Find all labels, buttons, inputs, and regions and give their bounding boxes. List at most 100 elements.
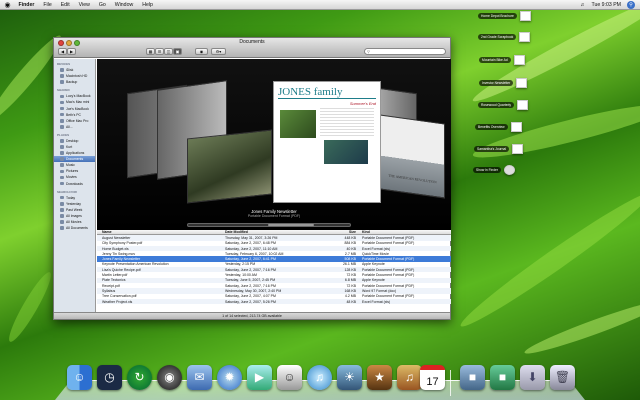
dock-separator bbox=[450, 370, 451, 396]
status-bar: 1 of 14 selected, 213.74 GB available bbox=[54, 312, 450, 319]
document-thumbnail bbox=[519, 11, 531, 21]
downloads-stack-icon[interactable]: ⬇ bbox=[520, 365, 545, 390]
sidebar-item-label: All Documents bbox=[66, 226, 88, 231]
coverflow-selected-item[interactable]: JONES family Summer's End bbox=[273, 81, 381, 203]
smart-folder-icon bbox=[60, 226, 64, 230]
stack-item[interactable]: Mountain Bike Ad bbox=[479, 55, 525, 65]
column-header-size[interactable]: Size bbox=[330, 230, 362, 234]
table-row[interactable]: Tree Conservation.pdf Saturday, June 2, 2… bbox=[97, 294, 451, 299]
garageband-icon[interactable]: ♫ bbox=[397, 365, 422, 390]
date-cell: Saturday, June 2, 2007, 4:07 PM bbox=[225, 294, 276, 299]
sidebar-item-label: Lucy's MacBook bbox=[66, 94, 91, 99]
table-row[interactable]: City Symphony Poster.pdf Saturday, June 2… bbox=[97, 241, 451, 246]
music-icon bbox=[60, 163, 64, 168]
size-cell: 168 KB bbox=[344, 288, 356, 293]
sidebar-places-header: PLACES bbox=[57, 132, 70, 137]
table-row[interactable]: Jones Family Newsletter Saturday, June 2,… bbox=[97, 256, 451, 262]
date-cell: Thursday, May 31, 2007, 3:26 PM bbox=[225, 235, 278, 240]
applications-icon bbox=[60, 151, 64, 155]
search-field[interactable]: ⚲ bbox=[364, 48, 446, 55]
computer-icon bbox=[60, 94, 64, 99]
table-row[interactable]: Weather Project.xls Saturday, June 2, 200… bbox=[97, 298, 451, 305]
sidebar-item-label: All... bbox=[66, 124, 73, 129]
size-cell: 40 KB bbox=[346, 246, 356, 251]
menu-edit[interactable]: Edit bbox=[56, 2, 74, 8]
pictures-icon bbox=[60, 169, 64, 174]
ichat-icon[interactable]: ◉ bbox=[157, 365, 182, 390]
spotlight-icon[interactable]: ⚲ bbox=[627, 0, 635, 9]
menu-clock[interactable]: Tue 9:03 PM bbox=[591, 2, 621, 8]
action-gear-button[interactable]: ⚙▾ bbox=[211, 48, 226, 55]
stack-item[interactable]: Show in Finder bbox=[473, 165, 515, 175]
coverflow-item[interactable]: THE AMERICAN REVOLUTION bbox=[380, 114, 445, 199]
quicklook-button[interactable]: ◉ bbox=[195, 48, 208, 55]
sidebar-item-label: Applications bbox=[66, 151, 85, 156]
table-row[interactable]: Home Budget.xls Saturday, June 2, 2007, 1… bbox=[97, 245, 451, 252]
menu-window[interactable]: Window bbox=[110, 2, 137, 8]
documents-stack-icon[interactable]: ■ bbox=[490, 365, 515, 390]
table-row[interactable]: Syllabus Wednesday, May 30, 2007, 2:40 PM… bbox=[97, 288, 451, 294]
dashboard-icon[interactable]: ◷ bbox=[97, 365, 122, 390]
table-row[interactable]: Lisa's Quiche Recipe.pdf Saturday, June 2… bbox=[97, 267, 451, 273]
iphoto-icon[interactable]: ☀ bbox=[337, 365, 362, 390]
coverflow-scrollbar[interactable] bbox=[187, 223, 351, 227]
menu-app-finder[interactable]: Finder bbox=[14, 2, 39, 8]
back-button[interactable]: ◀ bbox=[58, 48, 67, 55]
menu-view[interactable]: View bbox=[74, 2, 94, 8]
table-row[interactable]: Plate Tectonics Tuesday, June 5, 2007, 2:… bbox=[97, 277, 451, 283]
forward-button[interactable]: ▶ bbox=[67, 48, 76, 55]
view-list-button[interactable]: ☰ bbox=[155, 48, 164, 55]
finder-icon[interactable]: ☺ bbox=[67, 365, 92, 390]
sidebar-item-all-documents[interactable]: All Documents bbox=[54, 225, 95, 231]
sidebar-item-label: All Images bbox=[66, 213, 82, 218]
view-column-button[interactable]: ◫ bbox=[164, 48, 173, 55]
time-machine-icon[interactable]: ↻ bbox=[127, 365, 152, 390]
column-header-name[interactable]: Name bbox=[97, 230, 225, 234]
table-row[interactable]: Receipt.pdf Saturday, June 2, 2007, 7:16 … bbox=[97, 283, 451, 288]
table-row[interactable]: Jenny Tin Swing.mov Tuesday, February 6, … bbox=[97, 251, 451, 256]
kind-cell: Portable Document Format (PDF) bbox=[362, 241, 415, 246]
menu-go[interactable]: Go bbox=[94, 2, 110, 8]
file-name-cell: Syllabus bbox=[102, 288, 116, 293]
stack-item[interactable]: Home Depot Brochure bbox=[478, 11, 531, 21]
mail-icon[interactable]: ✉ bbox=[187, 365, 212, 390]
stack-item[interactable]: Investor Newsletter bbox=[479, 78, 528, 88]
itunes-icon[interactable]: ♫ bbox=[307, 365, 332, 390]
finder-window: Documents ◀ ▶ ▦ ☰ ◫ ▣ ◉ ⚙▾ ⚲ DEVICES iDi… bbox=[53, 37, 451, 320]
clock-icon bbox=[60, 208, 64, 212]
coverflow-view[interactable]: THE AMERICAN REVOLUTION JONES family Sum… bbox=[97, 59, 451, 230]
table-row[interactable]: Keynote Presentation American Revolution… bbox=[97, 262, 451, 267]
view-coverflow-button[interactable]: ▣ bbox=[173, 48, 182, 55]
stack-item[interactable]: Rosewood Quarterly bbox=[478, 100, 529, 110]
trash-icon[interactable]: 🗑 bbox=[550, 365, 575, 390]
column-header-kind[interactable]: Kind bbox=[362, 230, 451, 234]
dock: ☺ ◷ ↻ ◉ ✉ ✹ ▶ ☺ ♫ ☀ ★ ♫ 17 ■ ■ ⬇ 🗑 bbox=[55, 362, 585, 400]
address-book-icon[interactable]: ☺ bbox=[277, 365, 302, 390]
view-icon-button[interactable]: ▦ bbox=[146, 48, 155, 55]
apple-menu-icon[interactable]: ◉ bbox=[0, 1, 14, 9]
facetime-icon[interactable]: ▶ bbox=[247, 365, 272, 390]
stack-item[interactable]: 2nd Grade Scrapbook bbox=[478, 32, 531, 42]
menu-file[interactable]: File bbox=[39, 2, 56, 8]
stack-item-label: Benefits Overview bbox=[475, 124, 508, 130]
stack-item[interactable]: Samantha's Journal bbox=[474, 144, 524, 154]
coverflow-item[interactable] bbox=[187, 129, 272, 204]
volume-icon[interactable]: ♬ bbox=[580, 2, 585, 8]
file-name-cell: Receipt.pdf bbox=[102, 283, 120, 288]
size-cell: 884 KB bbox=[344, 241, 356, 246]
column-header-date[interactable]: Date Modified bbox=[225, 230, 330, 234]
menu-help[interactable]: Help bbox=[138, 2, 158, 8]
imovie-icon[interactable]: ★ bbox=[367, 365, 392, 390]
table-row[interactable]: August Newsletter Thursday, May 31, 2007,… bbox=[97, 235, 451, 241]
safari-icon[interactable]: ✹ bbox=[217, 365, 242, 390]
kind-cell: Portable Document Format (PDF) bbox=[362, 235, 415, 240]
stack-item[interactable]: Benefits Overview bbox=[475, 122, 522, 132]
ical-icon[interactable]: 17 bbox=[420, 365, 445, 390]
table-row[interactable]: Martin Letter.pdf Yesterday, 10:00 AM 72 K… bbox=[97, 272, 451, 277]
home-icon bbox=[60, 145, 64, 149]
scroll-thumb[interactable] bbox=[268, 224, 314, 226]
file-name-cell: Lisa's Quiche Recipe.pdf bbox=[102, 267, 141, 272]
finder-arrow-icon bbox=[504, 165, 515, 175]
applications-stack-icon[interactable]: ■ bbox=[460, 365, 485, 390]
title-bar: Documents ◀ ▶ ▦ ☰ ◫ ▣ ◉ ⚙▾ ⚲ bbox=[54, 38, 450, 58]
